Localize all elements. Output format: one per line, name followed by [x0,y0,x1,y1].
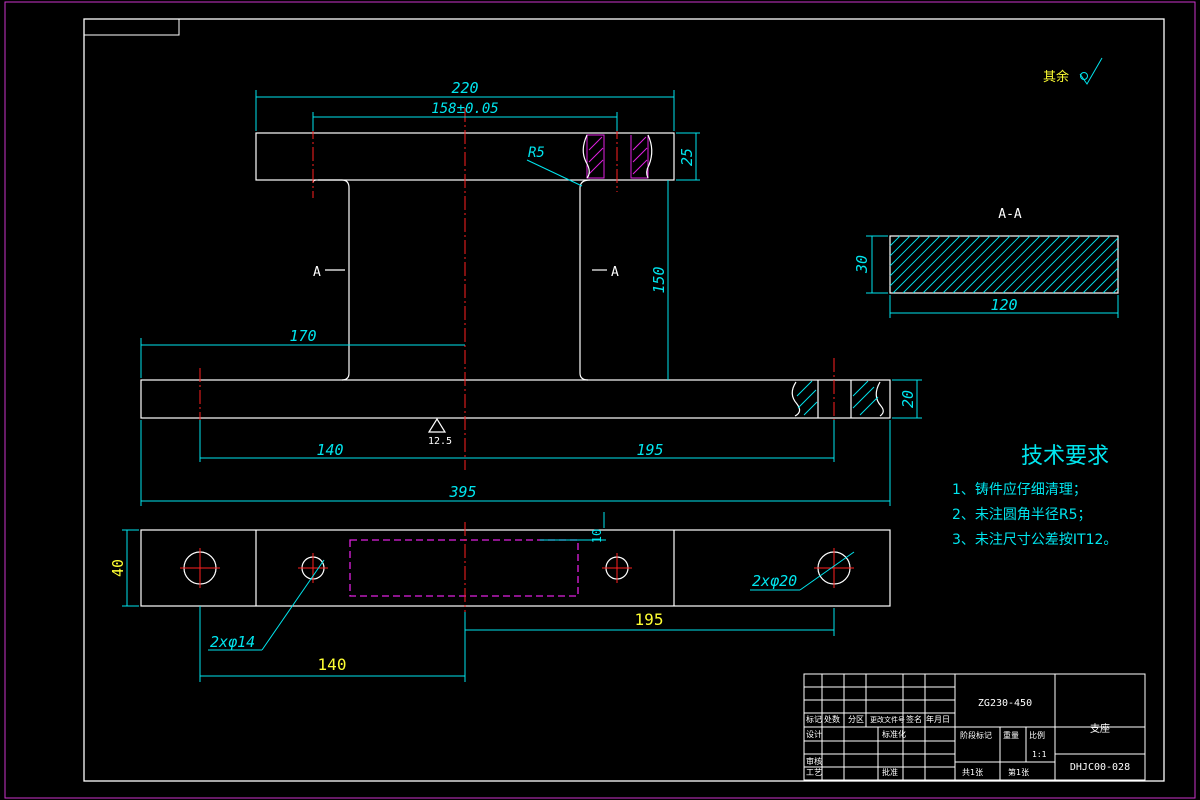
tech-req-item: 3、未注尺寸公差按IT12。 [952,532,1117,548]
tb-header: 更改文件号 [870,715,905,724]
dim-plan-left: 140 [318,655,347,674]
title-block-text: ZG230-450 支座 DHJC00-028 标记 处数 分区 更改文件号 签… [806,698,1130,777]
technical-requirements: 技术要求 1、铸件应仔细清理； 2、未注圆角半径R5； 3、未注尺寸公差按IT1… [952,444,1117,548]
tb-sheets-total: 共1张 [962,768,983,777]
section-rect [889,235,1119,294]
dim-base-thickness: 20 [899,390,917,408]
plan-web-hidden [349,539,579,597]
roughness-value: 12.5 [428,436,452,447]
section-marker-left: A [313,265,321,280]
cad-drawing: 其余 A A 220 158±0.05 R5 25 150 170 20 12.… [4,1,1196,799]
section-view: A-A 30 120 [853,207,1119,318]
surface-finish-text: 其余 [1043,69,1069,85]
hatch-line [889,235,911,257]
dim-plan-holes-small: 2xφ14 [210,633,255,651]
tb-weight: 重量 [1003,730,1019,740]
plan-view: 40 10 2xφ14 2xφ20 195 140 [109,512,891,682]
tb-header: 分区 [848,715,864,724]
tb-material: ZG230-450 [978,698,1032,709]
tb-scale: 1:1 [1032,750,1047,759]
tb-part-name: 支座 [1090,722,1110,735]
surface-finish-note: 其余 [1043,57,1103,85]
sheet-border [4,1,1196,799]
tb-row-design: 设计 [806,729,822,739]
roughness-triangle-icon [427,417,447,433]
hatch-line [889,235,931,277]
dim-plan-slot: 10 [590,529,604,543]
dim-fillet: R5 [528,145,545,161]
web-left [318,179,350,381]
hatch-line [1112,287,1119,294]
dim-plan-width: 40 [109,559,127,577]
tb-header: 标记 [806,714,822,724]
front-view: A A 220 158±0.05 R5 25 150 170 20 12.5 1… [140,79,922,506]
dim-base-left: 170 [289,327,316,345]
section-hatch [889,235,1119,294]
hatch-line [1092,267,1119,294]
roughness-symbol-icon [1079,57,1103,85]
tb-sheet-no: 第1张 [1008,767,1029,777]
tb-row-review: 审核 [806,756,822,766]
web-right [579,179,591,381]
hatch-line [889,235,901,247]
tb-header: 处数 [824,714,840,724]
section-marker-right: A [611,265,619,280]
tb-header: 签名 [906,714,922,724]
dim-base-hole-left: 140 [316,441,343,459]
dim-section-height: 30 [853,255,871,274]
dim-web-height: 150 [650,266,668,293]
tb-drawing-no: DHJC00-028 [1070,762,1130,773]
tb-scale-label: 比例 [1029,730,1045,740]
section-title: A-A [998,207,1022,222]
hatch-line [1082,257,1119,294]
dim-top-thickness: 25 [678,148,696,166]
dim-base-hole-right: 195 [636,441,663,459]
tb-row-process: 工艺 [806,768,822,777]
corner-box [83,18,180,36]
tech-req-title: 技术要求 [1021,444,1109,469]
dim-top-holes: 158±0.05 [431,101,498,117]
tb-row-approve: 批准 [882,767,898,777]
dim-section-width: 120 [990,296,1017,314]
plan-outline [140,529,891,607]
tech-req-item: 1、铸件应仔细清理； [952,481,1087,498]
dim-base-overall: 395 [448,483,476,501]
dim-plan-right: 195 [635,610,664,629]
hatch-line [889,235,941,287]
dim-top-overall: 220 [451,79,478,97]
tb-stage-mark: 阶段标记 [960,730,992,740]
base-hole-section [791,380,884,418]
tb-header: 年月日 [926,714,950,724]
hatch-line [1062,237,1119,294]
tech-req-item: 2、未注圆角半径R5； [952,507,1092,523]
base-plate [140,379,891,419]
hatch-line [1072,247,1119,294]
dim-plan-holes-large: 2xφ20 [752,572,797,590]
tb-row-standard: 标准化 [882,729,906,739]
